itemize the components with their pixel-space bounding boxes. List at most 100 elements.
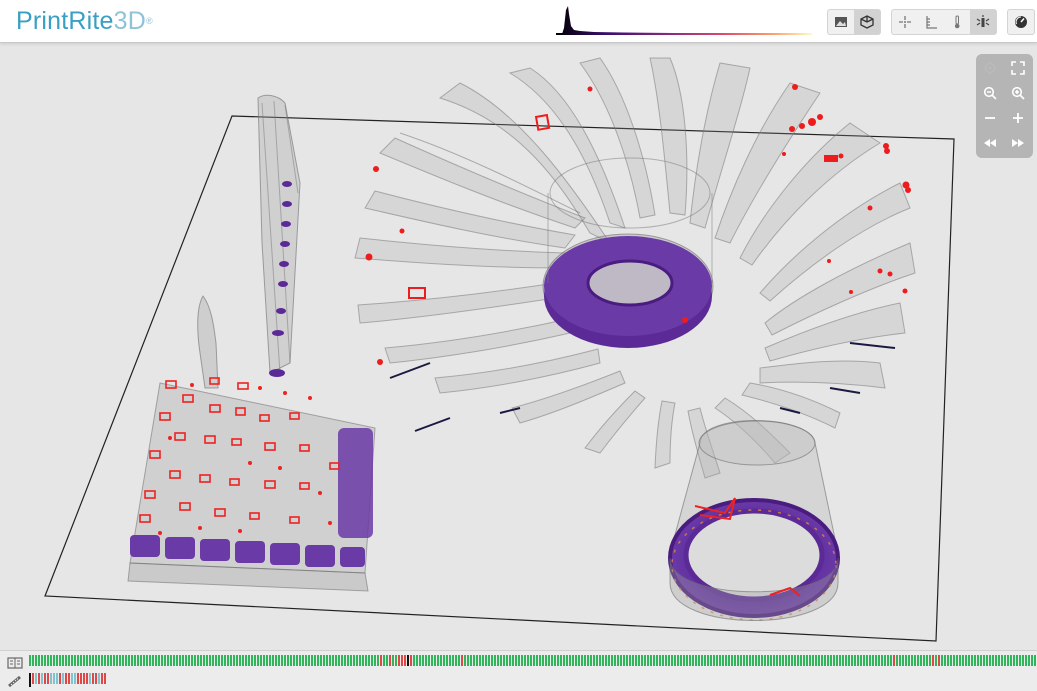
layer-tick: [773, 655, 775, 666]
layer-tick: [1001, 655, 1003, 666]
3d-view-button[interactable]: [854, 10, 880, 34]
measure-tick: [71, 673, 73, 684]
layer-tick: [287, 655, 289, 666]
layer-tick: [542, 655, 544, 666]
layer-tick: [860, 655, 862, 666]
layer-tick: [731, 655, 733, 666]
layer-tick: [887, 655, 889, 666]
view-mode-group: [827, 9, 881, 35]
layer-tick: [737, 655, 739, 666]
layer-tick: [545, 655, 547, 666]
layer-tick: [401, 655, 403, 666]
layer-tick: [359, 655, 361, 666]
layer-tick: [494, 655, 496, 666]
spire-part: [197, 295, 219, 389]
zoom-out-button[interactable]: [976, 80, 1004, 105]
fast-forward-button[interactable]: [1004, 130, 1032, 155]
layer-tick: [164, 655, 166, 666]
measure-tick: [74, 673, 76, 684]
measurement-track[interactable]: [29, 673, 109, 687]
layer-tick: [128, 655, 130, 666]
layer-tick: [170, 655, 172, 666]
layer-tick: [245, 655, 247, 666]
layer-tick: [614, 655, 616, 666]
increase-button[interactable]: [1004, 105, 1032, 130]
thermometer-button[interactable]: [944, 10, 970, 34]
fullscreen-button[interactable]: [1004, 55, 1032, 80]
layer-tick: [422, 655, 424, 666]
layer-tick: [131, 655, 133, 666]
layer-tick: [878, 655, 880, 666]
zoom-in-button[interactable]: [1004, 80, 1032, 105]
layer-tick: [281, 655, 283, 666]
layer-tick: [533, 655, 535, 666]
layer-tick: [833, 655, 835, 666]
layer-tick: [701, 655, 703, 666]
layer-tick: [251, 655, 253, 666]
layer-tick: [344, 655, 346, 666]
layer-tick: [440, 655, 442, 666]
layer-tick: [650, 655, 652, 666]
zoom-in-icon: [1011, 86, 1025, 100]
top-bar: PrintRite3D®: [0, 0, 1037, 43]
measure-tick: [47, 673, 49, 684]
layer-tick: [566, 655, 568, 666]
layer-tick: [539, 655, 541, 666]
measure-icon[interactable]: [7, 674, 23, 688]
crosshair-button[interactable]: [892, 10, 918, 34]
layer-tick: [911, 655, 913, 666]
layer-tick: [413, 655, 415, 666]
locate-button[interactable]: [976, 55, 1004, 80]
layer-tick: [449, 655, 451, 666]
layer-tick: [779, 655, 781, 666]
layer-tick: [161, 655, 163, 666]
layer-tick: [377, 655, 379, 666]
layer-tick: [821, 655, 823, 666]
layer-tick: [782, 655, 784, 666]
layer-tick: [734, 655, 736, 666]
layer-tick: [362, 655, 364, 666]
layer-tick: [572, 655, 574, 666]
layer-tick: [818, 655, 820, 666]
fast-forward-icon: [1012, 138, 1024, 147]
layer-tick: [980, 655, 982, 666]
layer-tick: [383, 655, 385, 666]
layer-tick: [338, 655, 340, 666]
layer-tick: [884, 655, 886, 666]
decrease-button[interactable]: [976, 105, 1004, 130]
layer-tick: [842, 655, 844, 666]
cube-icon: [860, 15, 874, 29]
ruler-button[interactable]: [918, 10, 944, 34]
layer-tick: [107, 655, 109, 666]
layer-tick: [608, 655, 610, 666]
layer-tick: [56, 655, 58, 666]
layer-tick: [41, 655, 43, 666]
layer-tick: [461, 655, 463, 666]
layer-tick: [695, 655, 697, 666]
layer-tick: [587, 655, 589, 666]
layer-tick: [851, 655, 853, 666]
fullscreen-icon: [1011, 60, 1025, 75]
layer-tick: [173, 655, 175, 666]
settings-button[interactable]: [1008, 10, 1034, 34]
layer-tick: [800, 655, 802, 666]
layer-tick: [38, 655, 40, 666]
rewind-button[interactable]: [976, 130, 1004, 155]
image-view-button[interactable]: [828, 10, 854, 34]
layer-tick: [47, 655, 49, 666]
layer-tick: [77, 655, 79, 666]
layer-tick: [389, 655, 391, 666]
layer-tick: [239, 655, 241, 666]
3d-viewport[interactable]: [0, 43, 1037, 650]
layers-icon[interactable]: [7, 656, 23, 670]
layer-tick: [692, 655, 694, 666]
layer-tick: [434, 655, 436, 666]
layer-tick: [989, 655, 991, 666]
signal-button[interactable]: [970, 10, 996, 34]
layer-tick: [65, 655, 67, 666]
layer-tick: [899, 655, 901, 666]
layer-tick: [707, 655, 709, 666]
measure-tick: [32, 673, 34, 684]
layer-status-track[interactable]: [29, 655, 1037, 667]
image-icon: [835, 17, 847, 27]
